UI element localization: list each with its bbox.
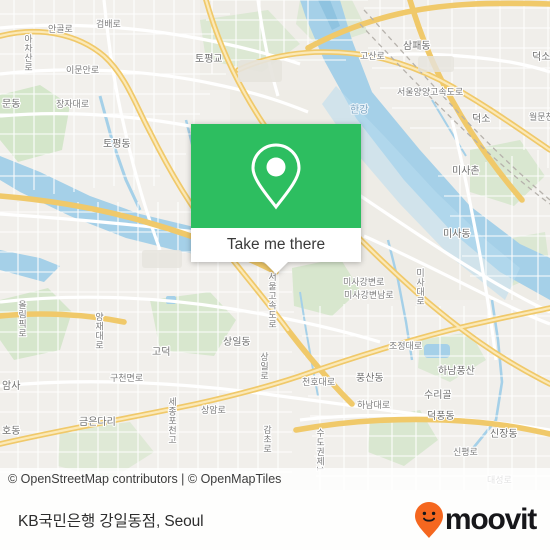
moovit-pin-icon xyxy=(414,502,443,538)
footer-content: KB국민은행 강일동점, Seoul moovit xyxy=(0,490,550,550)
map-label: 검배로 xyxy=(96,18,121,29)
take-me-there-label: Take me there xyxy=(226,236,326,253)
place-title: KB국민은행 강일동점, Seoul xyxy=(18,513,204,530)
map-label: 고덕 xyxy=(152,346,170,358)
callout-action-bar[interactable]: Take me there xyxy=(191,228,361,262)
map-label: 세종포천고 xyxy=(167,397,177,445)
map-label: 상일동 xyxy=(223,336,251,348)
map-label: 하남대로 xyxy=(357,400,390,410)
map-label: 월문천 xyxy=(529,111,550,122)
map-label: 문동 xyxy=(2,98,20,110)
map-label: 신평로 xyxy=(453,447,478,457)
map-label: 미사강변로 xyxy=(343,277,384,287)
callout-header xyxy=(191,124,361,228)
map-label: 고산로 xyxy=(360,51,385,61)
map-label: 미사동 xyxy=(443,228,471,240)
map-label: 금은다리 xyxy=(79,416,116,428)
map-label: 안골로 xyxy=(48,24,73,34)
map-canvas[interactable]: 아차산로 안골로 검배로 이문안로 문동 장자대로 토평동 토평교 한강 고산로 삼패동 덕소 덕소 월문… xyxy=(0,0,550,490)
map-label: 상일로 xyxy=(259,352,269,381)
map-label: 덕소 xyxy=(532,51,550,63)
moovit-wordmark: moovit xyxy=(444,503,537,536)
callout-tail xyxy=(264,262,288,274)
map-label: 토평교 xyxy=(195,53,223,65)
attribution-text: © OpenStreetMap contributors | © OpenMap… xyxy=(8,472,282,486)
map-label: 이문안로 xyxy=(66,65,99,75)
map-label: 상암로 xyxy=(201,404,226,415)
map-label: 암사 xyxy=(2,380,20,392)
moovit-logo[interactable]: moovit xyxy=(414,501,537,539)
map-label: 감초로 xyxy=(262,424,272,454)
map-label: 호동 xyxy=(2,425,20,437)
map-label: 아차산로 xyxy=(23,34,33,72)
map-label: 구천면로 xyxy=(110,373,143,383)
map-attribution: © OpenStreetMap contributors | © OpenMap… xyxy=(0,468,550,490)
map-label: 미사촌 xyxy=(452,165,480,177)
map-pin-icon xyxy=(251,143,301,210)
map-label: 서울양양고속도로 xyxy=(397,87,463,97)
take-me-there-callout[interactable]: Take me there xyxy=(191,124,361,274)
moovit-map-screenshot: 아차산로 안골로 검배로 이문안로 문동 장자대로 토평동 토평교 한강 고산로 삼패동 덕소 덕소 월문… xyxy=(0,0,550,550)
map-label: 수도권제1 xyxy=(315,428,325,472)
map-label: 한강 xyxy=(350,104,368,116)
map-label: 토평동 xyxy=(103,138,131,150)
map-label: 덕소 xyxy=(472,113,490,125)
map-label: 풍산동 xyxy=(356,372,384,384)
map-label: 서울고속도로 xyxy=(267,272,277,329)
map-label: 천호대로 xyxy=(302,377,335,387)
map-label: 수리골 xyxy=(424,389,452,401)
map-label: 미사강변남로 xyxy=(344,290,394,300)
map-label: 조정대로 xyxy=(389,341,422,351)
map-label: 올림픽로 xyxy=(17,300,27,338)
map-label: 미사대로 xyxy=(415,268,425,306)
footer-bar: KB국민은행 강일동점, Seoul moovit xyxy=(0,490,550,550)
map-label: 삼패동 xyxy=(403,40,431,52)
map-label: 장자대로 xyxy=(56,99,89,109)
map-label: 신장동 xyxy=(490,428,518,440)
map-label: 하남풍산 xyxy=(438,364,475,377)
map-label: 덕풍동 xyxy=(427,410,455,422)
map-label: 양재대로 xyxy=(94,312,104,350)
